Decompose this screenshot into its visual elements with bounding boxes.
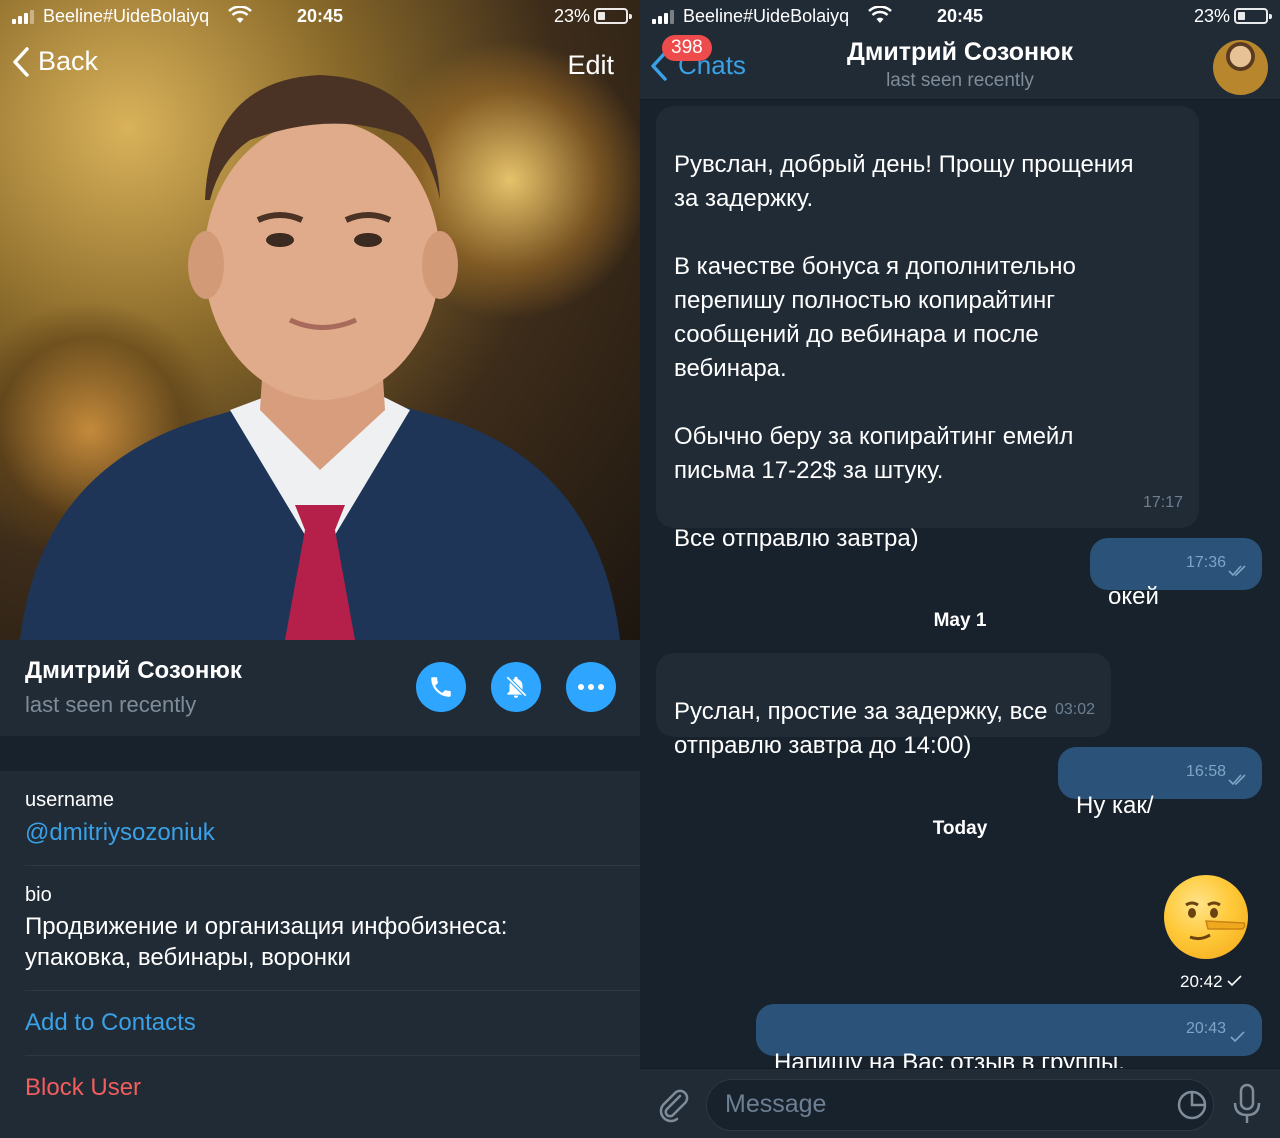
sticker-icon[interactable] bbox=[1176, 1089, 1208, 1121]
username-label: username bbox=[25, 789, 114, 811]
chat-subtitle: last seen recently bbox=[886, 70, 1034, 91]
message-bubble[interactable]: Ну как/ 16:58 bbox=[1058, 747, 1262, 819]
message-text: Рувслан, добрый день! Прощу прощения за … bbox=[674, 151, 1134, 552]
username-value[interactable]: @dmitriysozoniuk bbox=[25, 819, 215, 847]
profile-header: Дмитрий Созонюк last seen recently bbox=[0, 640, 640, 736]
message-input[interactable]: Message bbox=[706, 1079, 1214, 1131]
message-time: 17:36 bbox=[1185, 554, 1226, 571]
message-time: 16:58 bbox=[1185, 763, 1226, 780]
battery-icon bbox=[594, 8, 632, 24]
message-composer: Message bbox=[640, 1068, 1280, 1138]
message-text: Ну как/ bbox=[1076, 792, 1154, 819]
message-bubble[interactable]: Рувслан, добрый день! Прощу прощения за … bbox=[656, 106, 1199, 552]
profile-photo[interactable] bbox=[0, 0, 640, 640]
message-text: окей bbox=[1108, 583, 1159, 610]
edit-button[interactable]: Edit bbox=[567, 50, 614, 81]
message-bubble[interactable]: Руслан, простие за задержку, все отправл… bbox=[656, 653, 1111, 759]
phone-icon bbox=[431, 677, 451, 697]
message-time: 20:43 bbox=[1185, 1020, 1226, 1037]
username-row[interactable]: username @dmitriysozoniuk bbox=[25, 771, 640, 866]
bio-row: bio Продвижение и организация инфобизнес… bbox=[25, 866, 640, 991]
contact-avatar[interactable] bbox=[1213, 40, 1268, 95]
microphone-icon[interactable] bbox=[1232, 1083, 1262, 1125]
mute-button[interactable] bbox=[491, 662, 541, 712]
lying-face-emoji-message[interactable] bbox=[1164, 875, 1248, 959]
profile-info-list: username @dmitriysozoniuk bio Продвижени… bbox=[0, 771, 640, 1138]
message-time: 03:02 bbox=[1054, 701, 1095, 718]
clock: 20:45 bbox=[936, 6, 984, 26]
back-label: Back bbox=[38, 46, 99, 76]
date-separator: Today bbox=[932, 818, 988, 839]
chevron-left-icon bbox=[13, 46, 29, 77]
unread-badge: 398 bbox=[662, 35, 712, 61]
more-dots-icon bbox=[578, 684, 604, 690]
message-text: Руслан, простие за задержку, все отправл… bbox=[674, 698, 1048, 759]
message-bubble[interactable]: окей 17:36 bbox=[1090, 538, 1262, 610]
battery-percent: 23% bbox=[553, 6, 590, 26]
clock: 20:45 bbox=[296, 6, 344, 26]
section-divider bbox=[0, 736, 640, 771]
message-bubble[interactable]: Напишу на Вас отзыв в группы. 20:43 bbox=[756, 1004, 1262, 1076]
bell-muted-icon bbox=[505, 675, 528, 698]
person-portrait-image bbox=[20, 75, 620, 640]
add-to-contacts-button[interactable]: Add to Contacts bbox=[25, 1009, 196, 1037]
chat-header: Beeline#UideBolaiyq 20:45 23% Chats 398 … bbox=[640, 0, 1280, 100]
message-input-placeholder: Message bbox=[725, 1090, 827, 1118]
call-button[interactable] bbox=[416, 662, 466, 712]
battery-icon bbox=[1234, 8, 1272, 24]
paperclip-icon[interactable] bbox=[654, 1085, 692, 1123]
back-button[interactable]: Back bbox=[12, 46, 98, 77]
battery-percent: 23% bbox=[1193, 6, 1230, 26]
more-button[interactable] bbox=[566, 662, 616, 712]
double-check-icon bbox=[1228, 565, 1246, 577]
message-time: 17:17 bbox=[1142, 494, 1183, 511]
date-separator: May 1 bbox=[933, 610, 987, 631]
profile-screen: Beeline#UideBolaiyq 20:45 23% Back Edit … bbox=[0, 0, 640, 1138]
check-icon bbox=[1227, 975, 1242, 987]
status-bar: Beeline#UideBolaiyq 20:45 23% bbox=[0, 0, 640, 34]
double-check-icon bbox=[1228, 774, 1246, 786]
block-user-row[interactable]: Block User bbox=[25, 1056, 640, 1121]
status-bar: Beeline#UideBolaiyq 20:45 23% bbox=[640, 0, 1280, 34]
chat-screen: Beeline#UideBolaiyq 20:45 23% Chats 398 … bbox=[640, 0, 1280, 1138]
check-icon bbox=[1230, 1031, 1245, 1043]
profile-last-seen: last seen recently bbox=[25, 692, 197, 717]
profile-name: Дмитрий Созонюк bbox=[25, 657, 242, 684]
lying-face-emoji-icon bbox=[1185, 901, 1246, 941]
block-user-button[interactable]: Block User bbox=[25, 1074, 141, 1102]
message-list[interactable]: Рувслан, добрый день! Прощу прощения за … bbox=[640, 100, 1280, 1076]
chat-title[interactable]: Дмитрий Созонюк bbox=[640, 38, 1280, 67]
bio-label: bio bbox=[25, 884, 52, 906]
add-to-contacts-row[interactable]: Add to Contacts bbox=[25, 991, 640, 1056]
message-time: 20:42 bbox=[1180, 972, 1243, 992]
emoji-message-time: 20:42 bbox=[1180, 972, 1223, 991]
bio-value: Продвижение и организация инфобизнеса: у… bbox=[25, 913, 508, 971]
